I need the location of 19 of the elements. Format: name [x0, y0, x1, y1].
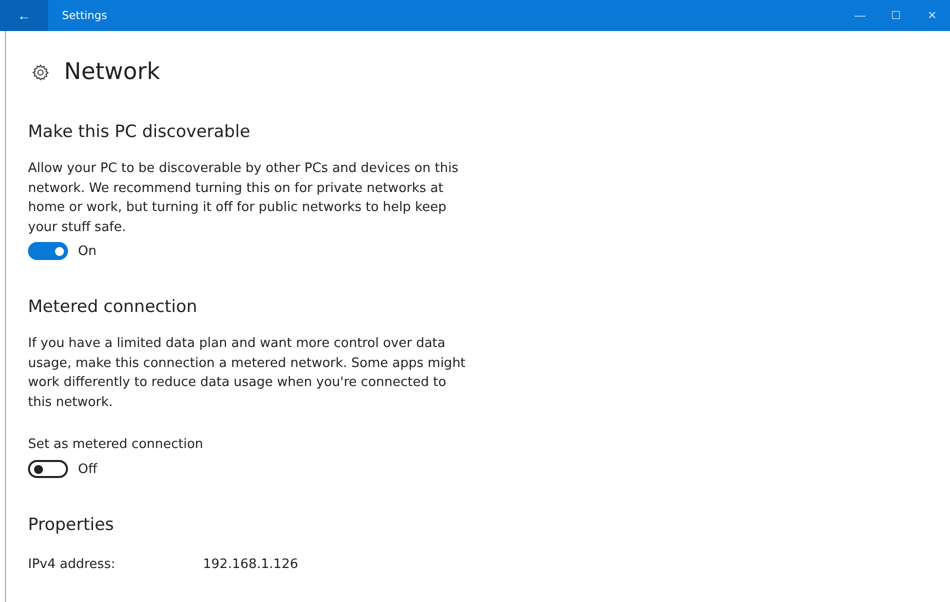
property-value: 192.168.1.126 — [203, 557, 298, 572]
toggle-state: Off — [78, 462, 98, 476]
window-title: Settings — [62, 9, 108, 22]
toggle-switch[interactable] — [28, 460, 68, 478]
toggle-label: Set as metered connection — [28, 437, 204, 452]
section-heading: Metered connection — [28, 297, 198, 317]
window-control-button[interactable]: ☐ — [878, 0, 914, 31]
section-heading: Properties — [28, 515, 115, 535]
section-heading: Make this PC discoverable — [28, 122, 252, 142]
section-description: Allow your PC to be discoverable by other PCs and devices on this network. We recommend turning this on for private networks at home or work, but turning it off for public networks to help keep your stuff safe. — [28, 160, 460, 236]
window-control-button[interactable]: — — [842, 0, 878, 31]
section-description: If you have a limited data plan and want more control over data usage, make this connection a metered network. Some apps might work differently to reduce data usage when you're connected to this network. — [28, 335, 467, 412]
toggle-switch[interactable] — [28, 242, 68, 260]
property-name: IPv4 address: — [28, 557, 116, 572]
toggle-state: On — [78, 244, 96, 258]
back-button[interactable]: ← — [0, 0, 48, 31]
settings-icon — [32, 64, 49, 80]
page-title: Network — [64, 59, 160, 85]
window-control-button[interactable]: ✕ — [914, 0, 950, 31]
